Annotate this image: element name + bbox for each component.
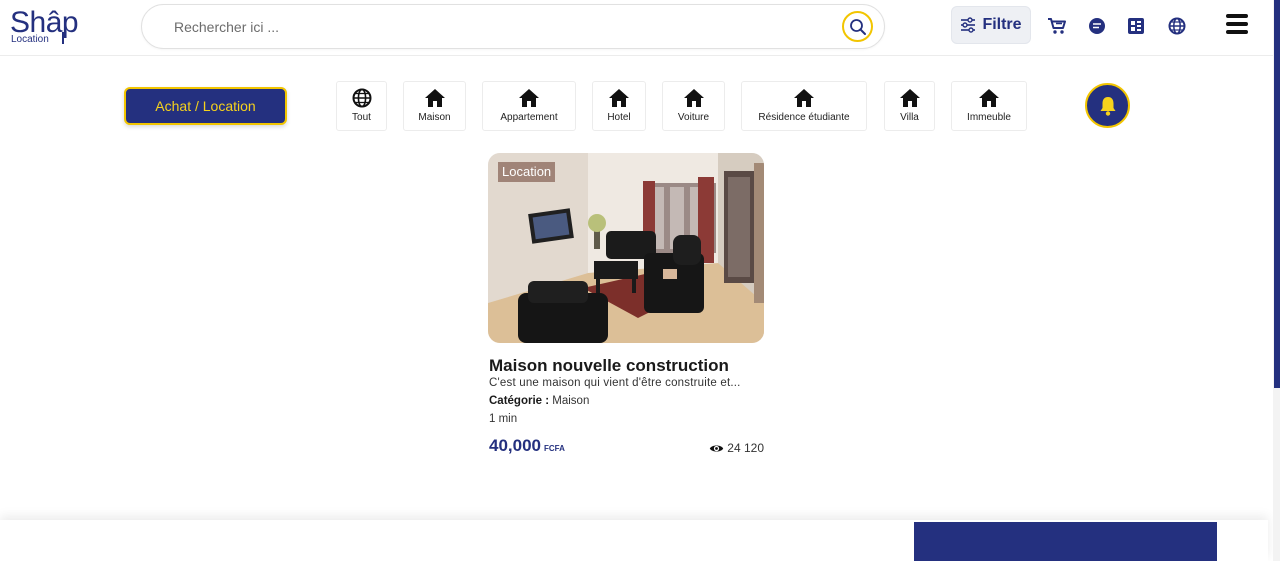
price-amount: 40,000: [489, 436, 541, 455]
globe-icon: [352, 88, 371, 108]
views-count: 24 120: [727, 441, 764, 455]
category-label: Immeuble: [967, 112, 1011, 123]
category-label: Villa: [900, 112, 919, 123]
home-icon: [424, 89, 445, 107]
menu-icon[interactable]: [1226, 14, 1248, 36]
price-currency: FCFA: [544, 444, 565, 453]
logo-bar: [62, 32, 64, 44]
cart-icon[interactable]: [1047, 16, 1067, 36]
category-label: Hotel: [607, 112, 631, 123]
category-label: Maison: [418, 112, 451, 123]
category-maison[interactable]: Maison: [403, 81, 466, 131]
home-icon: [519, 89, 539, 107]
category-residence-etudiante[interactable]: Résidence étudiante: [741, 81, 867, 131]
category-label: Appartement: [500, 112, 558, 123]
bell-icon: [1100, 96, 1115, 116]
category-hotel[interactable]: Hotel: [592, 81, 646, 131]
category-appartement[interactable]: Appartement: [482, 81, 576, 131]
purchase-rental-toggle-button[interactable]: Achat / Location: [124, 87, 287, 125]
listing-card[interactable]: Location Maison nouvelle construction C'…: [488, 153, 765, 463]
filter-label: Filtre: [982, 16, 1022, 33]
notifications-button[interactable]: [1085, 83, 1130, 128]
category-immeuble[interactable]: Immeuble: [951, 81, 1027, 131]
listing-price: 40,000 FCFA: [489, 436, 565, 456]
listing-type-badge: Location: [498, 162, 556, 182]
category-label: Voiture: [677, 112, 710, 123]
scrollbar-thumb[interactable]: [1274, 0, 1280, 388]
category-key: Catégorie :: [489, 395, 550, 407]
listing-photo[interactable]: Location: [488, 153, 764, 343]
home-icon: [683, 89, 704, 107]
page: Shâp Location Filtre: [0, 0, 1280, 561]
category-value: Maison: [552, 395, 590, 407]
listing-views: 24 120: [709, 441, 764, 455]
chat-icon[interactable]: [1087, 16, 1107, 36]
search-input[interactable]: [174, 17, 814, 37]
search-icon: [849, 18, 866, 35]
search-button[interactable]: [842, 11, 873, 42]
filter-button[interactable]: Filtre: [951, 6, 1031, 44]
home-icon: [794, 89, 814, 107]
top-navbar: Shâp Location Filtre: [0, 0, 1273, 56]
globe-icon[interactable]: [1167, 16, 1187, 36]
home-icon: [899, 89, 920, 107]
listing-description: C'est une maison qui vient d'être constr…: [489, 377, 741, 389]
home-icon: [609, 89, 629, 107]
footer-blue-panel: [914, 522, 1217, 561]
logo-subtext: Location: [11, 34, 49, 45]
listing-title[interactable]: Maison nouvelle construction: [489, 356, 729, 376]
logo[interactable]: Shâp Location: [10, 6, 80, 48]
category-label: Résidence étudiante: [758, 112, 850, 123]
search-bar: [141, 4, 885, 49]
sliders-icon: [961, 17, 976, 33]
category-villa[interactable]: Villa: [884, 81, 935, 131]
category-label: Tout: [352, 112, 371, 123]
category-tout[interactable]: Tout: [336, 81, 387, 131]
listing-time: 1 min: [489, 413, 518, 425]
home-icon: [979, 89, 999, 107]
category-voiture[interactable]: Voiture: [662, 81, 725, 131]
layout-icon[interactable]: [1126, 16, 1146, 36]
listing-category: Catégorie : Maison: [489, 395, 589, 407]
eye-icon: [710, 445, 724, 451]
